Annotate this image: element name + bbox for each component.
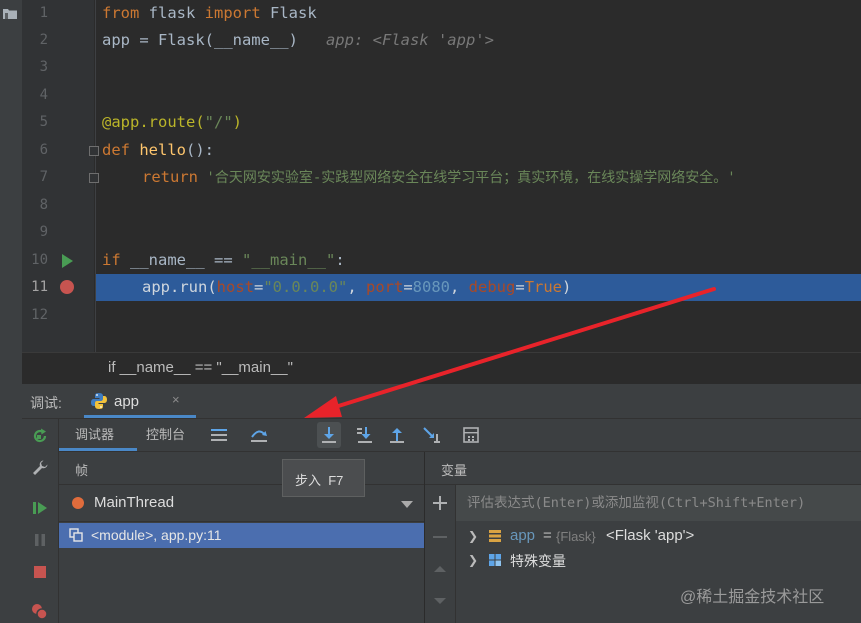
step-into-my-code-icon[interactable] [355,425,375,445]
active-subtab-indicator [59,448,137,451]
step-over-icon[interactable] [249,425,269,445]
frame-label: <module>, app.py:11 [91,527,222,543]
breadcrumb[interactable]: if __name__ == "__main__" [22,352,861,385]
variables-toolbar [425,485,456,623]
chevron-right-icon[interactable]: ❯ [468,529,478,543]
variable-value: <Flask 'app'> [606,527,695,544]
special-variables-label: 特殊变量 [510,553,566,569]
watermark: @稀土掘金技术社区 [680,589,825,606]
tab-app-label: app [114,393,140,410]
code-line-1: from flask import Flask [102,4,317,22]
tab-debugger[interactable]: 调试器 [75,419,114,451]
step-into-tooltip: 步入 F7 [282,459,365,497]
variable-type: {Flask} [556,529,596,544]
variables-panel-header: 变量 [425,452,861,485]
pause-program-icon[interactable] [31,531,49,549]
move-down-icon[interactable] [432,593,448,609]
line-number: 5 [39,114,48,130]
fold-marker-icon[interactable] [89,173,99,183]
line-number: 7 [39,169,48,185]
frame-icon [69,528,83,542]
run-to-cursor-icon[interactable] [421,425,441,445]
variable-equals: = [543,527,552,544]
code-line-6: def hello(): [102,141,214,159]
breadcrumb-item[interactable]: if __name__ == "__main__" [108,359,293,376]
code-editor[interactable]: 1 2 3 4 5 6 7 8 9 10 11 12 from flask im… [22,0,861,352]
code-line-10: if __name__ == "__main__": [102,251,345,269]
tooltip-text: 步入 F7 [295,473,344,488]
active-tab-indicator [84,415,196,418]
code-line-11: app.run(host="0.0.0.0", port=8080, debug… [142,278,572,296]
list-item[interactable]: <module>, app.py:11 [59,523,424,548]
line-number: 4 [39,87,48,103]
close-icon[interactable]: × [172,392,180,407]
evaluate-expression-input[interactable] [456,485,861,521]
tab-app[interactable]: app × [84,384,196,418]
rerun-icon[interactable] [31,427,49,445]
variable-row-special[interactable]: ❯ 特殊变量 [456,548,861,572]
special-variables-icon [489,554,501,566]
frames-panel-header: 帧 [59,452,424,485]
line-number: 1 [39,5,48,21]
line-number: 9 [39,224,48,240]
view-breakpoints-icon[interactable] [31,602,49,620]
remove-watch-icon[interactable] [432,529,448,545]
chevron-down-icon[interactable] [401,501,413,508]
tab-console[interactable]: 控制台 [146,419,185,451]
step-into-icon[interactable] [319,425,339,445]
object-variable-icon [489,530,501,542]
inline-value-hint: app: <Flask 'app'> [325,31,494,49]
breakpoint-icon[interactable] [60,280,74,294]
thread-name: MainThread [94,494,175,511]
debug-header: 调试: app × [22,384,861,419]
frames-title: 帧 [75,463,89,478]
add-watch-icon[interactable] [432,495,448,511]
python-icon [91,393,107,409]
evaluate-expression-icon[interactable] [461,425,481,445]
line-number: 10 [31,252,48,268]
step-out-icon[interactable] [387,425,407,445]
show-execution-point-icon[interactable] [209,425,229,445]
project-tool-strip [0,0,23,623]
line-number: 11 [31,279,48,295]
code-line-2: app = Flask(__name__) app: <Flask 'app'> [102,31,494,49]
resume-program-icon[interactable] [31,499,49,517]
chevron-right-icon[interactable]: ❯ [468,553,478,567]
debug-side-toolbar [22,419,59,623]
debugger-toolbar: 调试器 控制台 [59,419,861,452]
line-number: 6 [39,142,48,158]
line-number: 3 [39,59,48,75]
stop-icon[interactable] [31,563,49,581]
line-number: 8 [39,197,48,213]
variable-row-app[interactable]: ❯ app = {Flask} <Flask 'app'> [456,524,861,548]
frames-list-empty-area [59,548,424,623]
variable-name: app [510,527,536,544]
thread-status-icon [72,497,84,509]
wrench-icon[interactable] [31,459,49,477]
fold-marker-icon[interactable] [89,146,99,156]
line-number: 12 [31,307,48,323]
code-line-5: @app.route("/") [102,113,242,131]
debug-title: 调试: [30,395,62,411]
thread-selector[interactable]: MainThread [59,485,424,522]
move-up-icon[interactable] [432,561,448,577]
variables-title: 变量 [441,463,468,478]
folder-icon[interactable] [3,8,17,19]
line-number: 2 [39,32,48,48]
run-gutter-icon[interactable] [62,254,73,268]
code-line-7: return '合天网安实验室-实践型网络安全在线学习平台；真实环境，在线实操学… [142,168,736,186]
